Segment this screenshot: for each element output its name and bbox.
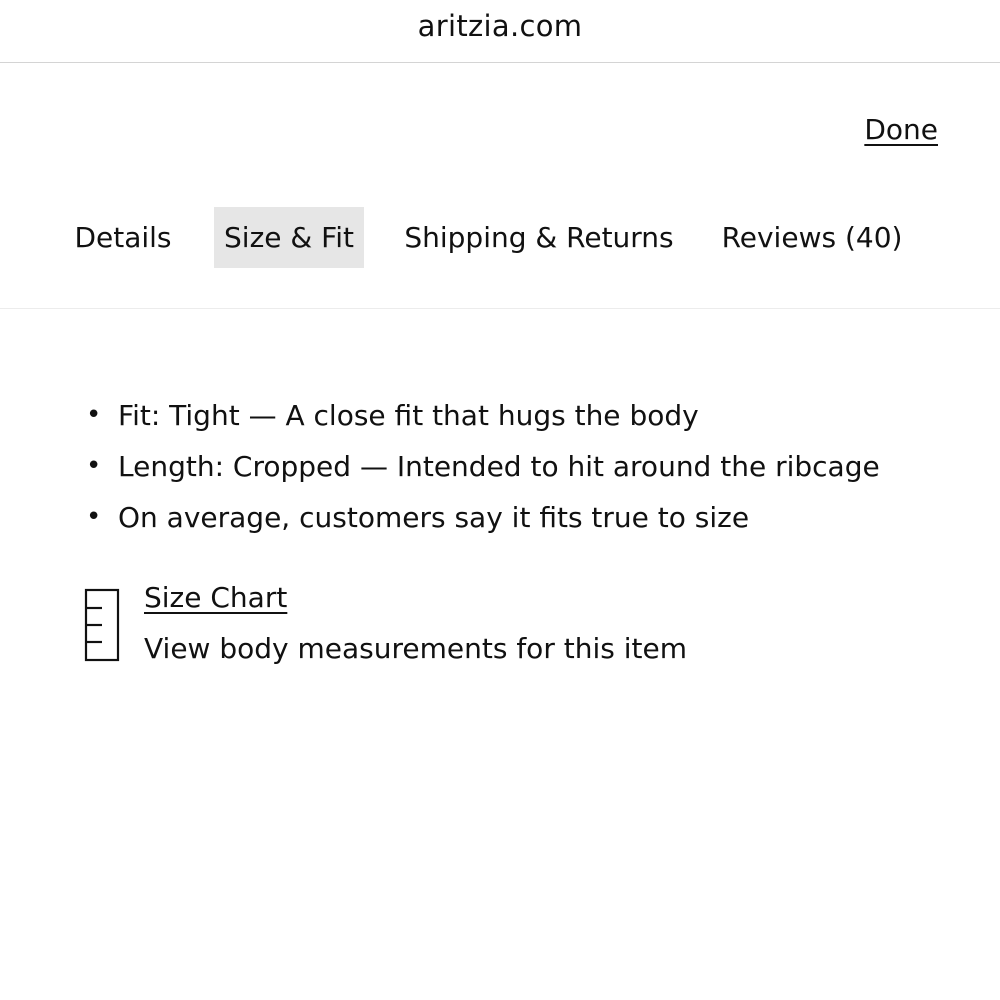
ruler-icon <box>84 588 120 662</box>
url-text: aritzia.com <box>417 9 583 43</box>
size-chart-section: Size Chart View body measurements for th… <box>84 580 884 670</box>
browser-url-bar[interactable]: aritzia.com <box>0 0 1000 63</box>
tab-size-and-fit[interactable]: Size & Fit <box>214 207 364 268</box>
fit-text: Fit: Tight — A close fit that hugs the b… <box>118 399 699 432</box>
product-info-tabs: Details Size & Fit Shipping & Returns Re… <box>0 207 1000 309</box>
bullet: • <box>86 400 102 430</box>
done-button[interactable]: Done <box>864 113 938 146</box>
tab-reviews[interactable]: Reviews (40) <box>714 207 910 268</box>
bullet: • <box>86 451 102 481</box>
bullet: • <box>86 502 102 532</box>
size-fit-page: aritzia.com Done Details Size & Fit Ship… <box>0 0 1000 1000</box>
list-item-fit: • Fit: Tight — A close fit that hugs the… <box>0 390 1000 441</box>
tab-shipping-and-returns[interactable]: Shipping & Returns <box>396 207 682 268</box>
fit-details-list: • Fit: Tight — A close fit that hugs the… <box>0 390 1000 543</box>
length-text: Length: Cropped — Intended to hit around… <box>118 450 880 483</box>
list-item-true-to-size: • On average, customers say it fits true… <box>0 492 1000 543</box>
size-chart-link[interactable]: Size Chart <box>144 580 287 616</box>
tab-details[interactable]: Details <box>62 207 184 268</box>
true-to-size-text: On average, customers say it fits true t… <box>118 501 750 534</box>
size-chart-description: View body measurements for this item <box>144 632 687 665</box>
list-item-length: • Length: Cropped — Intended to hit arou… <box>0 441 1000 492</box>
